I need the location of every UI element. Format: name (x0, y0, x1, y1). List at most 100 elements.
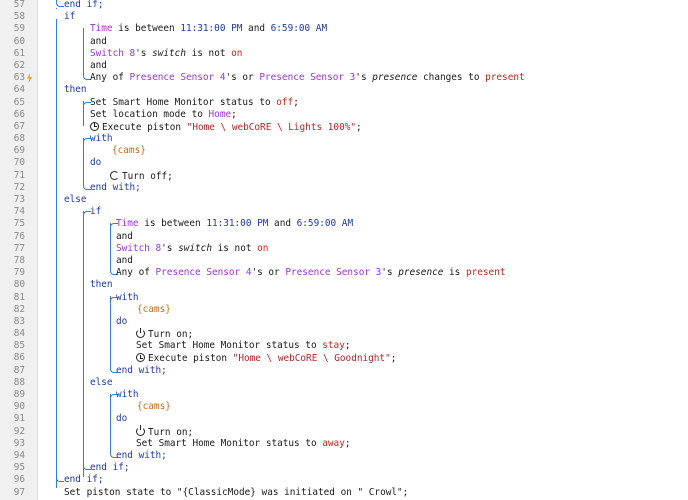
power-icon (136, 425, 145, 436)
code-line: 94 end with; (0, 449, 688, 462)
condition-presence[interactable]: Any of Presence Sensor 4's or Presence S… (90, 72, 525, 84)
and-operator[interactable]: and (116, 231, 133, 243)
line-number: 82 (13, 303, 25, 315)
operand: Time (90, 23, 113, 35)
code-line: 61 Switch 8's switch is not on (0, 48, 688, 60)
line-number: 92 (13, 425, 25, 437)
operator: is between (138, 218, 207, 230)
trigger-lightning-icon (27, 73, 32, 84)
end-with-keyword[interactable]: end with; (116, 450, 167, 462)
line-number: 63 (13, 72, 25, 84)
code-line: 90 {cams} (0, 401, 688, 413)
line-number: 79 (13, 267, 25, 279)
statement-set-piston-state[interactable]: Set piston state to "{ClassicMode} was i… (64, 487, 408, 499)
text: ; (344, 437, 351, 449)
value: 11:31:00 PM (180, 23, 243, 35)
and-operator[interactable]: and (90, 36, 107, 48)
then-keyword[interactable]: then (90, 279, 113, 291)
variable-cams[interactable]: {cams} (112, 145, 146, 157)
variable-cams[interactable]: {cams} (137, 401, 171, 413)
text: 's (381, 267, 399, 279)
with-keyword[interactable]: with (116, 292, 139, 304)
code-line: 76 and (0, 231, 688, 243)
end-if-keyword[interactable]: end if; (64, 0, 104, 11)
value: on (257, 242, 269, 254)
else-keyword[interactable]: else (64, 194, 87, 206)
statement-shm-off[interactable]: Set Smart Home Monitor status to off; (90, 97, 299, 109)
code-line: 78 and (0, 255, 688, 267)
condition-group-guide (83, 28, 84, 74)
value: 11:31:00 PM (206, 218, 269, 230)
and-operator[interactable]: and (116, 255, 133, 267)
condition-presence[interactable]: Any of Presence Sensor 4's or Presence S… (116, 267, 505, 279)
line-number: 90 (13, 401, 25, 413)
code-line: 89 with (0, 389, 688, 402)
and-operator[interactable]: and (90, 60, 107, 72)
device: Presence Sensor 4 (129, 72, 226, 84)
value: present (485, 72, 525, 84)
string: "Home \ webCoRE \ Goodnight" (232, 353, 391, 365)
operator: is between (112, 23, 181, 35)
line-number: 78 (13, 254, 25, 266)
do-keyword[interactable]: do (116, 413, 127, 425)
code-line: 77 Switch 8's switch is not on (0, 243, 688, 255)
outer-if-guide (56, 19, 57, 488)
condition-time[interactable]: Time is between 11:31:00 PM and 6:59:00 … (90, 23, 327, 35)
statement-shm-away[interactable]: Set Smart Home Monitor status to away; (136, 438, 351, 450)
text: Set location mode to (90, 108, 209, 120)
code-line: 84 Turn on; (0, 327, 688, 340)
value: stay (322, 340, 345, 352)
condition-time[interactable]: Time is between 11:31:00 PM and 6:59:00 … (116, 218, 353, 230)
else-keyword[interactable]: else (90, 377, 113, 389)
then-keyword[interactable]: then (64, 84, 87, 96)
line-number: 67 (13, 120, 25, 132)
end-with-keyword[interactable]: end with; (90, 182, 141, 194)
do-keyword[interactable]: do (90, 157, 101, 169)
code-line: 67 Execute piston "Home \ webCoRE \ Ligh… (0, 121, 688, 133)
device: Switch 8 (116, 242, 162, 254)
code-line: 63 Any of Presence Sensor 4's or Presenc… (0, 72, 688, 84)
inner-condition-group-guide (110, 223, 111, 269)
text: Turn off; (122, 170, 173, 182)
text: Execute piston (102, 121, 187, 133)
code-line: 83 do (0, 316, 688, 328)
statement-shm-stay[interactable]: Set Smart Home Monitor status to stay; (136, 340, 351, 352)
with-keyword[interactable]: with (116, 389, 139, 401)
variable-cams[interactable]: {cams} (137, 304, 171, 316)
line-number: 97 (13, 486, 25, 498)
with-keyword[interactable]: with (90, 133, 113, 145)
power-icon (136, 327, 145, 339)
value: off (276, 96, 294, 108)
code-line: 74 if (0, 206, 688, 220)
line-number: 57 (13, 0, 25, 10)
condition-switch[interactable]: Switch 8's switch is not on (90, 48, 242, 60)
code-line: 97 Set piston state to "{ClassicMode} wa… (0, 487, 688, 499)
line-number: 94 (13, 449, 25, 461)
line-number: 62 (13, 59, 25, 71)
clock-icon (90, 121, 99, 131)
condition-switch[interactable]: Switch 8's switch is not on (116, 243, 268, 255)
value: 6:59:00 AM (296, 218, 354, 230)
device: Presence Sensor 3 (259, 72, 356, 84)
device: Switch 8 (90, 47, 136, 59)
line-number: 96 (13, 474, 25, 486)
code-line: 69 {cams} (0, 145, 688, 157)
text: ; (356, 121, 362, 133)
code-line: 60 and (0, 36, 688, 48)
line-number: 68 (13, 133, 25, 145)
do-keyword[interactable]: do (116, 316, 127, 328)
if-keyword[interactable]: if (90, 206, 101, 218)
value: away (322, 437, 345, 449)
code-line: 85 Set Smart Home Monitor status to stay… (0, 340, 688, 352)
line-number: 70 (13, 157, 25, 169)
end-with-keyword[interactable]: end with; (116, 365, 167, 377)
statement-location-mode[interactable]: Set location mode to Home; (90, 109, 237, 121)
text: 's or (251, 267, 286, 279)
line-number: 91 (13, 413, 25, 425)
code-line: 88 else (0, 377, 688, 389)
if-keyword[interactable]: if (64, 11, 75, 23)
end-if-keyword[interactable]: end if; (90, 462, 130, 474)
text: Turn on; (148, 426, 194, 438)
text: ; (231, 108, 237, 120)
line-number: 64 (13, 84, 25, 96)
